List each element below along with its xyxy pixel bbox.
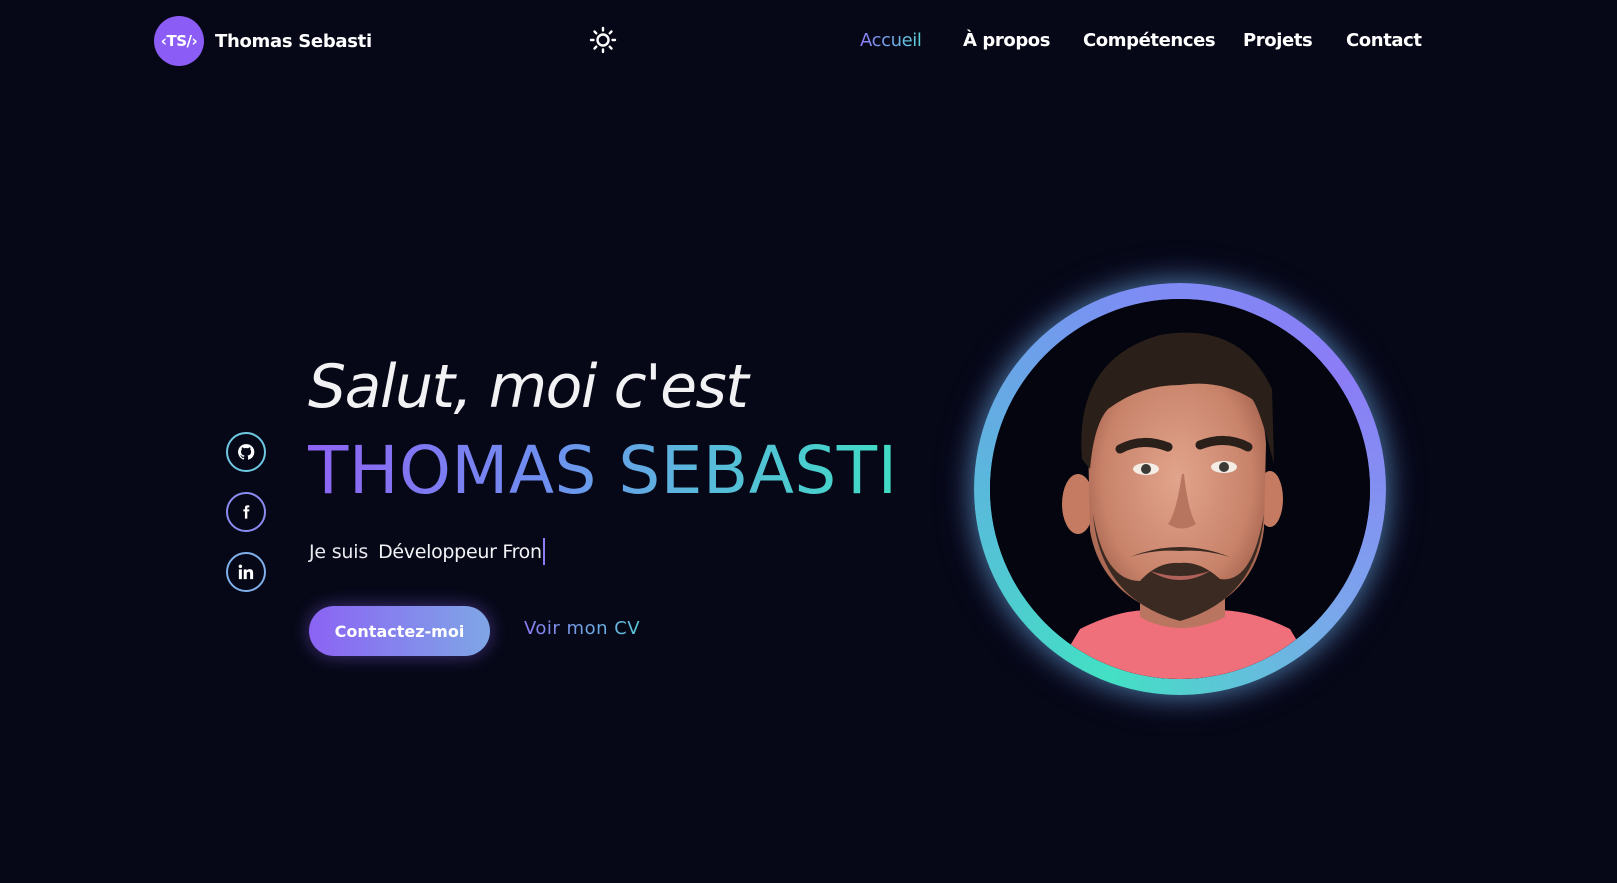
nav-link-accueil[interactable]: Accueil <box>860 30 922 51</box>
facebook-icon <box>243 505 250 519</box>
portrait-ring <box>974 283 1386 695</box>
hero-name: THOMAS SEBASTI <box>308 432 898 509</box>
site-header: ‹TS/› Thomas Sebasti Accueil À propos Co… <box>0 0 1617 84</box>
hero-greeting: Salut, moi c'est <box>308 352 749 422</box>
cv-link[interactable]: Voir mon CV <box>524 618 640 639</box>
profile-photo <box>990 299 1370 679</box>
nav-link-projets[interactable]: Projets <box>1243 30 1313 51</box>
github-link[interactable] <box>226 432 266 472</box>
contact-button[interactable]: Contactez-moi <box>309 606 490 656</box>
main-nav: Accueil À propos Compétences Projets Con… <box>0 30 1617 54</box>
role-prefix: Je suis <box>309 540 369 563</box>
nav-link-competences[interactable]: Compétences <box>1083 30 1216 51</box>
linkedin-link[interactable] <box>226 552 266 592</box>
github-icon <box>238 444 255 460</box>
linkedin-icon <box>238 564 254 580</box>
portrait-illustration <box>990 299 1370 679</box>
typing-caret <box>542 538 545 565</box>
role-typed-text: Développeur Fron <box>378 540 542 563</box>
page: ‹TS/› Thomas Sebasti Accueil À propos Co… <box>0 0 1617 883</box>
facebook-link[interactable] <box>226 492 266 532</box>
nav-link-a-propos[interactable]: À propos <box>963 30 1050 51</box>
nav-link-contact[interactable]: Contact <box>1346 30 1422 51</box>
role-line: Je suis Développeur Fron <box>309 538 545 565</box>
